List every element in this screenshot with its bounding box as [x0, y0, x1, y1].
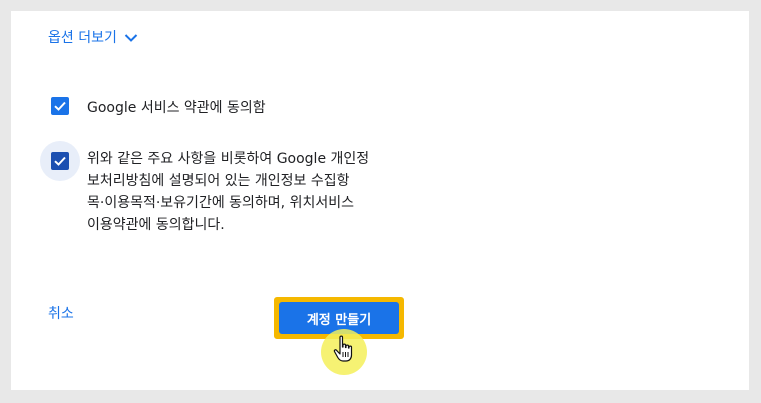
privacy-consent-line: 보처리방침에 설명되어 있는 개인정보 수집항 — [87, 173, 350, 189]
privacy-consent-line: 이용약관에 동의합니다. — [87, 217, 225, 233]
more-options-label: 옵션 더보기 — [48, 30, 117, 46]
checkmark-icon — [54, 101, 66, 111]
privacy-consent-line: 목·이용목적·보유기간에 동의하며, 위치서비스 — [87, 195, 354, 211]
more-options-link[interactable]: 옵션 더보기 — [48, 28, 138, 48]
google-terms-label: Google 서비스 약관에 동의함 — [87, 100, 266, 116]
checkmark-icon — [54, 156, 66, 166]
google-terms-row[interactable]: Google 서비스 약관에 동의함 — [51, 97, 266, 119]
chevron-down-icon — [124, 34, 138, 42]
hand-pointer-icon — [333, 335, 353, 362]
privacy-consent-line: 위와 같은 주요 사항을 비롯하여 Google 개인정 — [87, 151, 370, 167]
privacy-consent-text: 위와 같은 주요 사항을 비롯하여 Google 개인정 보처리방침에 설명되어… — [87, 148, 369, 236]
privacy-consent-checkbox[interactable] — [51, 152, 69, 170]
cancel-button[interactable]: 취소 — [48, 304, 74, 324]
privacy-consent-row[interactable]: 위와 같은 주요 사항을 비롯하여 Google 개인정 보처리방침에 설명되어… — [51, 151, 369, 236]
signup-card: 옵션 더보기 Google 서비스 약관에 동의함 위와 같은 주요 사항을 비… — [11, 11, 749, 390]
google-terms-checkbox[interactable] — [51, 97, 69, 115]
